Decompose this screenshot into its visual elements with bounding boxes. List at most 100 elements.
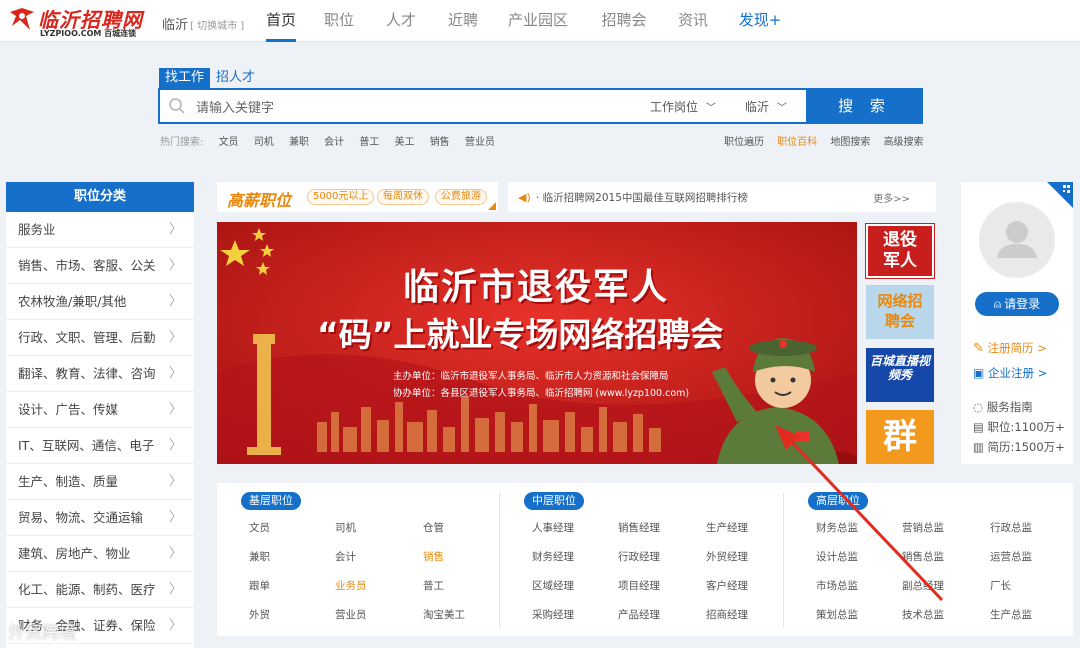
nav-discover[interactable]: 发现+: [722, 0, 798, 42]
nav-job-fair[interactable]: 招聘会: [584, 0, 664, 42]
switch-city-link[interactable]: [ 切换城市 ]: [190, 21, 244, 32]
job-link[interactable]: 外贸经理: [706, 549, 748, 564]
link-job-wiki[interactable]: 职位百科: [777, 137, 817, 148]
news-more-link[interactable]: 更多>>: [873, 190, 910, 205]
login-button[interactable]: ⍝ 请登录: [975, 292, 1059, 316]
hot-word[interactable]: 司机: [254, 137, 274, 148]
link-advanced-search[interactable]: 高级搜索: [884, 137, 924, 148]
job-link[interactable]: 营销总监: [902, 520, 944, 535]
category-item[interactable]: IT、互联网、通信、电子〉: [6, 428, 194, 464]
job-link[interactable]: 仓管: [423, 520, 444, 535]
job-link[interactable]: 淘宝美工: [423, 607, 465, 622]
job-link[interactable]: 文员: [249, 520, 270, 535]
category-item[interactable]: 贸易、物流、交通运输 〉: [6, 500, 194, 536]
hot-word[interactable]: 兼职: [289, 137, 309, 148]
job-link[interactable]: 市场总监: [816, 578, 858, 593]
search-input[interactable]: 请输入关键字: [196, 97, 274, 116]
hot-word[interactable]: 普工: [359, 137, 379, 148]
job-link[interactable]: 兼职: [249, 549, 270, 564]
category-item[interactable]: 化工、能源、制药、医疗〉: [6, 572, 194, 608]
service-guide-link[interactable]: ◌ 服务指南: [973, 399, 1033, 415]
job-link[interactable]: 财务经理: [532, 549, 574, 564]
category-item[interactable]: 服务业 〉: [6, 212, 194, 248]
category-item[interactable]: 建筑、房地产、物业 〉: [6, 536, 194, 572]
promo-tag[interactable]: 公费旅游: [435, 189, 487, 205]
hot-word[interactable]: 营业员: [465, 137, 495, 148]
city-dropdown[interactable]: 临沂 ﹀: [745, 98, 787, 115]
banner-title-line2: “码”上就业专场网络招聘会: [317, 315, 724, 354]
side-ad-live-video[interactable]: 百城直播视频秀: [866, 348, 934, 402]
category-item[interactable]: 销售、市场、客服、公关〉: [6, 248, 194, 284]
job-link[interactable]: 采购经理: [532, 607, 574, 622]
senior-jobs-column: 高层职位 财务总监 营销总监 行政总监 设计总监 销售总监 运营总监 市场总监 …: [784, 483, 1073, 636]
site-logo[interactable]: 临沂招聘网 LYZPIOO.COM 百城连锁: [8, 4, 156, 38]
nav-home[interactable]: 首页: [252, 0, 310, 42]
side-ad-online-fair[interactable]: 网络招聘会: [866, 285, 934, 339]
nav-recent[interactable]: 近聘: [434, 0, 492, 42]
job-link[interactable]: 设计总监: [816, 549, 858, 564]
chevron-right-icon: 〉: [168, 546, 182, 561]
jobs-count-label: 职位:1100万+: [987, 420, 1065, 434]
promo-tag[interactable]: 每周双休: [377, 189, 429, 205]
banner-co-host: 协办单位：各县区退役军人事务局、临沂招聘网 (www.lyzp100.com): [393, 388, 690, 399]
category-sidebar: 职位分类 服务业〉 销售、市场、客服、公关〉 农林牧渔/兼职/其他〉 行政、文职…: [6, 182, 194, 648]
city-switcher[interactable]: 临沂[ 切换城市 ]: [162, 14, 244, 33]
speaker-icon: ◀): [518, 191, 531, 204]
category-item[interactable]: 农林牧渔/兼职/其他 〉: [6, 284, 194, 320]
category-item[interactable]: 行政、文职、管理、后勤〉: [6, 320, 194, 356]
job-link[interactable]: 客户经理: [706, 578, 748, 593]
nav-jobs[interactable]: 职位: [310, 0, 368, 42]
nav-news[interactable]: 资讯: [664, 0, 722, 42]
nav-industrial-park[interactable]: 产业园区: [492, 0, 584, 42]
hot-word[interactable]: 会计: [324, 137, 344, 148]
job-link[interactable]: 生产经理: [706, 520, 748, 535]
job-link[interactable]: 招商经理: [706, 607, 748, 622]
hot-search-label: 热门搜索:: [160, 137, 204, 148]
job-link[interactable]: 外贸: [249, 607, 270, 622]
hot-word[interactable]: 美工: [395, 137, 415, 148]
job-link[interactable]: 区域经理: [532, 578, 574, 593]
tab-find-job[interactable]: 找工作: [159, 68, 211, 88]
main-banner[interactable]: 临沂市退役军人 “码”上就业专场网络招聘会 主办单位：临沂市退役军人事务局、临沂…: [217, 222, 857, 464]
promo-tag[interactable]: 5000元以上: [307, 189, 375, 205]
search-button[interactable]: 搜 索: [806, 88, 923, 124]
hot-word[interactable]: 文员: [219, 137, 239, 148]
job-link[interactable]: 产品经理: [618, 607, 660, 622]
link-job-traverse[interactable]: 职位遍历: [724, 137, 764, 148]
news-headline[interactable]: · 临沂招聘网2015中国最佳互联网招聘排行榜: [536, 190, 748, 205]
job-link[interactable]: 销售经理: [618, 520, 660, 535]
job-link[interactable]: 跟单: [249, 578, 270, 593]
link-map-search[interactable]: 地图搜索: [830, 137, 870, 148]
category-item[interactable]: 翻译、教育、法律、咨询〉: [6, 356, 194, 392]
side-ad-group[interactable]: 群: [866, 410, 934, 464]
register-resume-link[interactable]: ✎ 注册简历 >: [973, 340, 1047, 356]
job-link[interactable]: 普工: [423, 578, 444, 593]
job-link[interactable]: 副总经理: [902, 578, 944, 593]
job-link[interactable]: 业务员: [335, 578, 367, 593]
high-salary-title: 高薪职位: [227, 191, 292, 210]
hot-word[interactable]: 销售: [430, 137, 450, 148]
category-item[interactable]: 设计、广告、传媒 〉: [6, 392, 194, 428]
job-link[interactable]: 人事经理: [532, 520, 574, 535]
search-links: 职位遍历 职位百科 地图搜索 高级搜索: [724, 133, 934, 148]
register-company-link[interactable]: ▣ 企业注册 >: [973, 365, 1047, 381]
job-link[interactable]: 运营总监: [990, 549, 1032, 564]
job-link[interactable]: 行政经理: [618, 549, 660, 564]
job-link[interactable]: 销售总监: [902, 549, 944, 564]
job-link[interactable]: 技术总监: [902, 607, 944, 622]
job-link[interactable]: 司机: [335, 520, 356, 535]
job-link[interactable]: 厂长: [990, 578, 1011, 593]
job-link[interactable]: 营业员: [335, 607, 367, 622]
nav-talent[interactable]: 人才: [368, 0, 434, 42]
job-link[interactable]: 财务总监: [816, 520, 858, 535]
job-link[interactable]: 策划总监: [816, 607, 858, 622]
category-item[interactable]: 生产、制造、质量 〉: [6, 464, 194, 500]
side-ad-veterans[interactable]: 退役军人: [865, 223, 935, 279]
job-type-dropdown[interactable]: 工作岗位 ﹀: [650, 98, 716, 115]
job-link[interactable]: 行政总监: [990, 520, 1032, 535]
job-link[interactable]: 销售: [423, 549, 444, 564]
job-link[interactable]: 会计: [335, 549, 356, 564]
job-link[interactable]: 项目经理: [618, 578, 660, 593]
job-link[interactable]: 生产总监: [990, 607, 1032, 622]
tab-find-talent[interactable]: 招人才: [210, 68, 261, 88]
